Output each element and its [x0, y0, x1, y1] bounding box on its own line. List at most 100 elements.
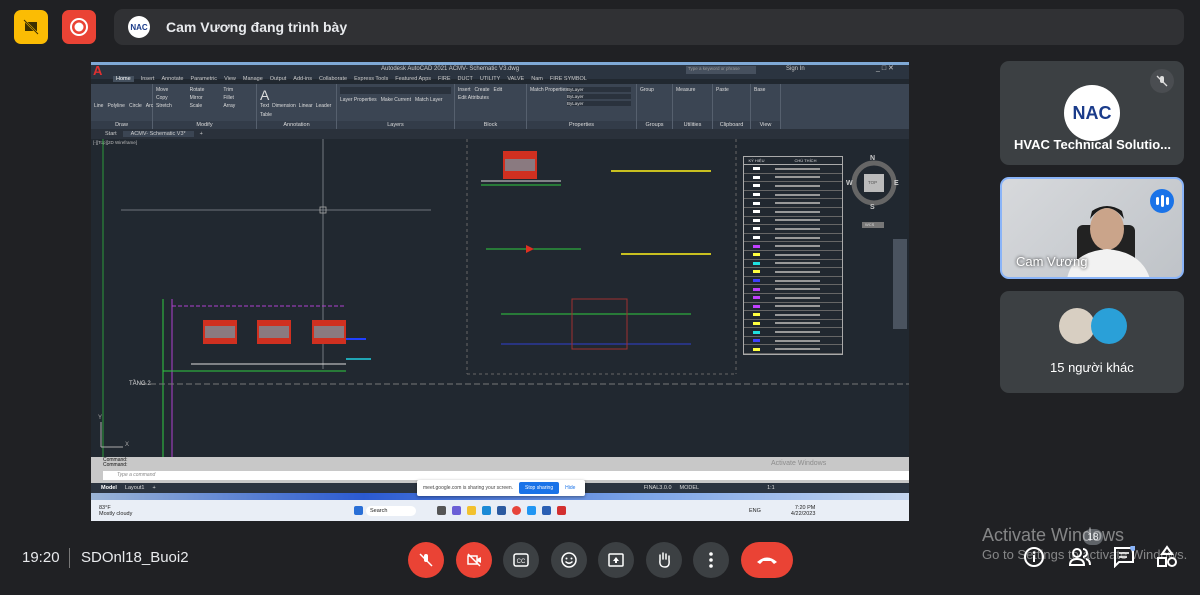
tool-table[interactable]: Table [260, 112, 272, 118]
tool-edit[interactable]: Edit [494, 87, 503, 93]
zalo-icon[interactable] [527, 506, 536, 515]
tool-match-layer[interactable]: Match Layer [415, 97, 443, 103]
file-explorer-icon[interactable] [467, 506, 476, 515]
tool-make-current[interactable]: Make Current [381, 97, 411, 103]
tool-measure[interactable]: Measure [676, 87, 695, 93]
tool-stretch[interactable]: Stretch [156, 103, 186, 109]
tool-match-properties[interactable]: Match Properties [530, 87, 568, 93]
participant-tile-hvac[interactable]: NAC HVAC Technical Solutio... [1000, 61, 1184, 165]
tool-trim[interactable]: Trim [223, 87, 253, 93]
autocad-logo-icon[interactable]: A [93, 63, 102, 78]
tool-mirror[interactable]: Mirror [190, 95, 220, 101]
ribbon-tab-home[interactable]: Home [113, 76, 134, 82]
tool-scale[interactable]: Scale [190, 103, 220, 109]
raise-hand-button[interactable] [646, 542, 682, 578]
ribbon-tab[interactable]: Annotate [161, 76, 183, 82]
hide-button[interactable]: Hide [565, 485, 575, 491]
panel-label[interactable]: Block [455, 121, 526, 129]
status-scale[interactable]: 1:1 [767, 485, 775, 491]
layout-tab-layout1[interactable]: Layout1 [125, 485, 145, 491]
leave-call-button[interactable] [741, 542, 793, 578]
ribbon-tab[interactable]: DUCT [458, 76, 473, 82]
start-icon[interactable] [354, 506, 363, 515]
panel-label[interactable]: Utilities [673, 121, 712, 129]
reactions-button[interactable] [551, 542, 587, 578]
panel-label[interactable]: Draw [91, 121, 152, 129]
tool-edit-attributes[interactable]: Edit Attributes [458, 95, 489, 101]
language-indicator[interactable]: ENG [749, 508, 761, 514]
weather-widget[interactable]: 83°F Mostly cloudy [91, 505, 351, 517]
viewcube-label[interactable]: TOP [868, 180, 877, 185]
tool-base[interactable]: Base [754, 87, 765, 93]
tool-dimension[interactable]: Dimension [272, 103, 296, 109]
tool-polyline[interactable]: Polyline [107, 103, 125, 109]
autocad-taskbar-icon[interactable] [557, 506, 566, 515]
store-icon[interactable] [497, 506, 506, 515]
panel-label[interactable]: Groups [637, 121, 672, 129]
present-button[interactable] [598, 542, 634, 578]
compass-w[interactable]: W [846, 180, 853, 187]
tool-layer-properties[interactable]: Layer Properties [340, 97, 377, 103]
panel-label[interactable]: Annotation [257, 121, 336, 129]
layer-dropdown[interactable] [340, 87, 451, 94]
panel-label[interactable]: Modify [153, 121, 256, 129]
stop-sharing-button[interactable]: Stop sharing [519, 482, 560, 494]
camera-toggle-button[interactable] [456, 542, 492, 578]
tool-linear[interactable]: Linear [299, 103, 313, 109]
chrome-icon[interactable] [512, 506, 521, 515]
participant-tile-cam-vuong[interactable]: Cam Vương [1000, 177, 1184, 279]
ribbon-tab[interactable]: Nam [531, 76, 543, 82]
tool-paste[interactable]: Paste [716, 87, 729, 93]
tool-line[interactable]: Line [94, 103, 103, 109]
ribbon-tab[interactable]: VALVE [507, 76, 524, 82]
tool-text[interactable]: Text [260, 103, 269, 109]
tool-insert[interactable]: Insert [458, 87, 471, 93]
mic-toggle-button[interactable] [408, 542, 444, 578]
status-mode[interactable]: MODEL [680, 485, 700, 491]
window-controls[interactable]: _ □ ✕ [876, 64, 894, 72]
recording-button[interactable] [62, 10, 96, 44]
ribbon-tab[interactable]: Insert [141, 76, 155, 82]
ribbon-tab[interactable]: FIRE SYMBOL [550, 76, 587, 82]
task-view-icon[interactable] [437, 506, 446, 515]
chat-icon[interactable] [452, 506, 461, 515]
ribbon-tab[interactable]: Featured Apps [395, 76, 431, 82]
doc-tab-active[interactable]: ACMV- Schematic V3* [122, 131, 194, 137]
panel-label[interactable]: Properties [527, 121, 636, 129]
tool-move[interactable]: Move [156, 87, 186, 93]
ribbon-tab[interactable]: View [224, 76, 236, 82]
tool-copy[interactable]: Copy [156, 95, 186, 101]
captions-button[interactable]: CC [503, 542, 539, 578]
ribbon-tab[interactable]: Parametric [190, 76, 217, 82]
tool-group[interactable]: Group [640, 87, 654, 93]
layout-tab-model[interactable]: Model [101, 485, 117, 491]
ribbon-tab[interactable]: Add-ins [293, 76, 312, 82]
compass-n[interactable]: N [870, 155, 875, 162]
panel-label[interactable]: View [751, 121, 780, 129]
panel-label[interactable]: Layers [337, 121, 454, 129]
more-options-button[interactable] [693, 542, 729, 578]
tool-circle[interactable]: Circle [129, 103, 142, 109]
ribbon-tab[interactable]: Collaborate [319, 76, 347, 82]
tool-leader[interactable]: Leader [316, 103, 332, 109]
wcs-label[interactable]: WCS [865, 222, 874, 227]
compass-s[interactable]: S [870, 204, 875, 211]
recording-hidden-button[interactable] [14, 10, 48, 44]
clock[interactable]: 7:20 PM 4/22/2023 [791, 505, 815, 517]
edge-icon[interactable] [482, 506, 491, 515]
command-input[interactable]: Type a command [103, 471, 909, 480]
ribbon-tab[interactable]: Manage [243, 76, 263, 82]
compass-e[interactable]: E [894, 180, 899, 187]
search-input[interactable]: Type a keyword or phrase [686, 66, 756, 74]
tool-create[interactable]: Create [475, 87, 490, 93]
ribbon-tab[interactable]: Express Tools [354, 76, 388, 82]
tool-array[interactable]: Array [223, 103, 253, 109]
linetype-dropdown[interactable]: ByLayer [567, 94, 631, 99]
layout-tab-add[interactable]: + [152, 485, 155, 491]
drawing-canvas[interactable]: [-][Top][2D Wireframe] TẦNG 2 Y X N S E … [91, 139, 909, 457]
tool-fillet[interactable]: Fillet [223, 95, 253, 101]
lineweight-dropdown[interactable]: ByLayer [567, 101, 631, 106]
new-tab-button[interactable]: + [200, 131, 203, 137]
ribbon-tab[interactable]: FIRE [438, 76, 451, 82]
panel-label[interactable]: Clipboard [713, 121, 750, 129]
